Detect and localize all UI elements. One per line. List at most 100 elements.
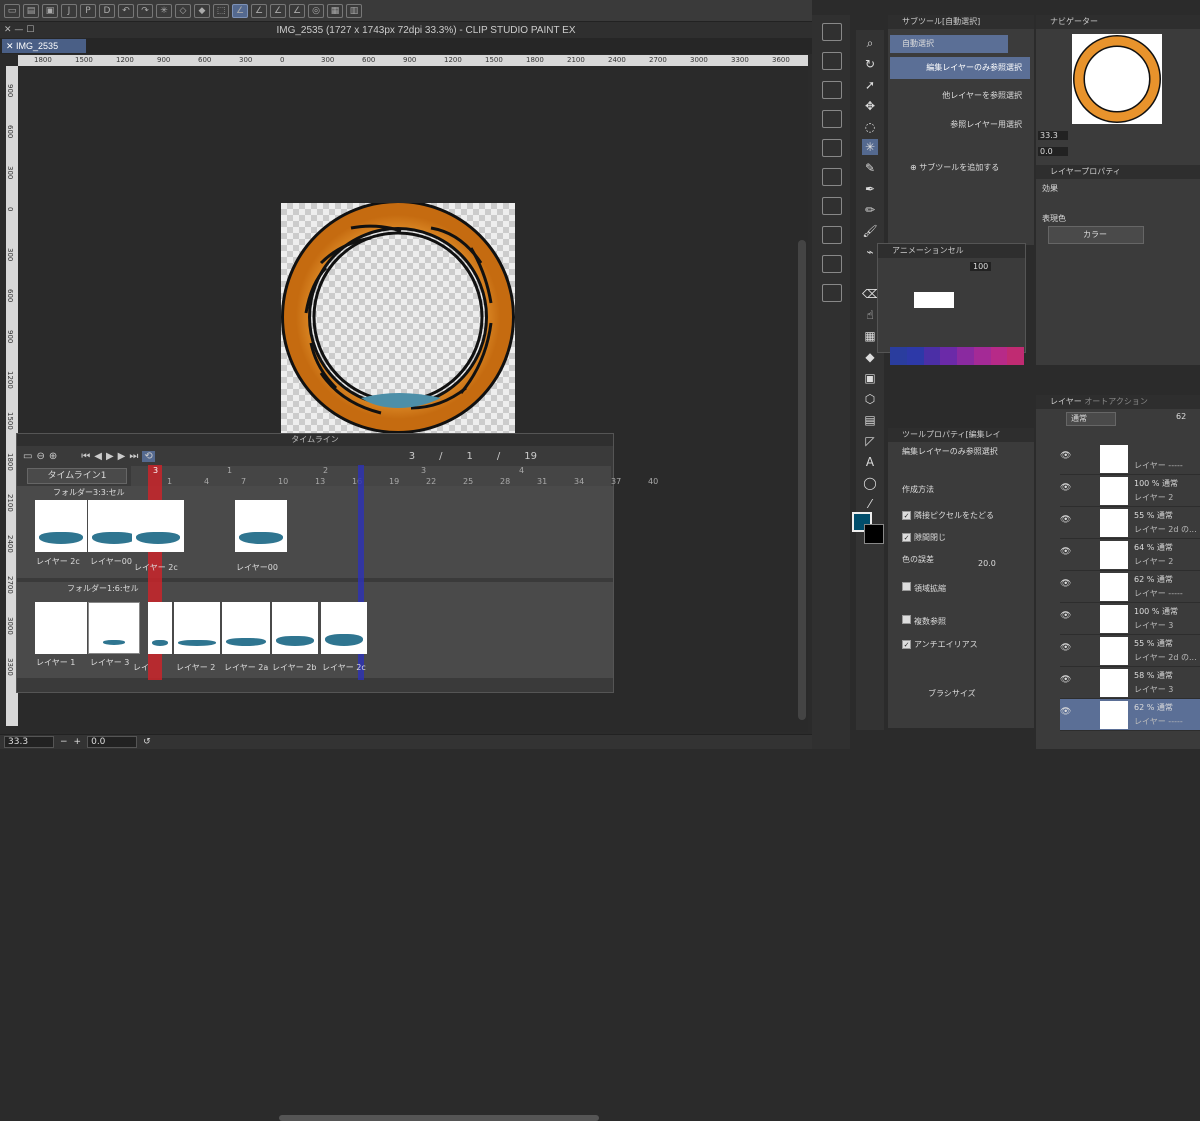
visibility-icon[interactable]: 👁 — [1060, 611, 1071, 621]
snap-perspective-icon[interactable]: ∠ — [289, 3, 305, 18]
new-icon[interactable]: ▭ — [4, 3, 20, 18]
palette-swatch[interactable] — [906, 347, 924, 365]
new-timeline-icon[interactable]: ▭ — [23, 451, 32, 462]
layer-icon[interactable]: ▥ — [346, 3, 362, 18]
open-icon[interactable]: ▤ — [23, 3, 39, 18]
frame-tool-icon[interactable]: ▤ — [862, 412, 878, 428]
screen-tone-icon[interactable]: ◎ — [308, 3, 324, 18]
palette-swatch[interactable] — [890, 347, 907, 365]
nav-zoom[interactable]: 33.3 — [1038, 131, 1068, 140]
redo-icon[interactable]: ↷ — [137, 3, 153, 18]
cell-thumb[interactable] — [88, 602, 140, 654]
pencil-tool-icon[interactable]: ✏ — [862, 202, 878, 218]
export-psd-icon[interactable]: D — [99, 3, 115, 18]
fill-icon[interactable]: ◆ — [194, 3, 210, 18]
layer-row[interactable]: レイヤー ----- 👁 — [1060, 443, 1200, 475]
rotate-tool-icon[interactable]: ↻ — [862, 56, 878, 72]
snap-ruler-icon[interactable]: ∠ — [232, 3, 248, 18]
play-icon[interactable]: ▶ — [106, 451, 114, 462]
cell-thumb[interactable] — [174, 602, 220, 654]
last-frame-icon[interactable]: ⏭ — [129, 451, 138, 462]
next-frame-icon[interactable]: ▶ — [118, 451, 126, 462]
export-jpg-icon[interactable]: J — [61, 3, 77, 18]
timeline-selector[interactable]: タイムライン1 — [27, 468, 127, 484]
shape-tool-icon[interactable]: ⬡ — [862, 391, 878, 407]
visibility-icon[interactable]: 👁 — [1060, 675, 1071, 685]
panel-icon[interactable] — [822, 81, 842, 99]
cell-thumb[interactable] — [35, 602, 87, 654]
cell-thumb[interactable] — [148, 602, 172, 654]
export-png-icon[interactable]: P — [80, 3, 96, 18]
palette-swatch[interactable] — [1007, 347, 1024, 365]
zoom-in-icon[interactable]: ⊕ — [49, 451, 57, 462]
layer-row[interactable]: 55 % 通常 レイヤー 2d の... 👁 — [1060, 507, 1200, 539]
zoom-out-icon[interactable]: − — [60, 737, 68, 747]
visibility-icon[interactable]: 👁 — [1060, 547, 1071, 557]
zoom-out-icon[interactable]: ⊖ — [36, 451, 44, 462]
layer-row[interactable]: 64 % 通常 レイヤー 2 👁 — [1060, 539, 1200, 571]
color-palette[interactable] — [890, 347, 1024, 365]
visibility-icon[interactable]: 👁 — [1060, 515, 1071, 525]
transform-icon[interactable]: ⬚ — [213, 3, 229, 18]
antialias-option[interactable]: ✓ アンチエイリアス — [902, 639, 978, 650]
navigator-preview[interactable] — [1072, 34, 1162, 124]
pen-tool-icon[interactable]: ✒ — [862, 181, 878, 197]
palette-swatch[interactable] — [990, 347, 1008, 365]
color-mode-select[interactable]: カラー — [1048, 226, 1144, 244]
undo-icon[interactable]: ↶ — [118, 3, 134, 18]
snap-special-ruler-icon[interactable]: ∠ — [251, 3, 267, 18]
layer-row[interactable]: 100 % 通常 レイヤー 3 👁 — [1060, 603, 1200, 635]
prev-frame-icon[interactable]: ◀ — [94, 451, 102, 462]
cell-thumb[interactable] — [272, 602, 318, 654]
palette-swatch[interactable] — [957, 347, 974, 365]
clear-icon[interactable]: ◇ — [175, 3, 191, 18]
visibility-icon[interactable]: 👁 — [1060, 579, 1071, 589]
frame-ruler[interactable]: 147101316192225283134374012343 — [131, 466, 658, 488]
canvas-paper[interactable] — [281, 200, 515, 435]
panel-icon[interactable] — [822, 52, 842, 70]
panel-icon[interactable] — [822, 168, 842, 186]
visibility-icon[interactable]: 👁 — [1060, 451, 1071, 461]
subtool-item[interactable]: 参照レイヤー用選択 — [890, 114, 1030, 136]
multi-ref-option[interactable]: 複数参照 — [902, 615, 946, 627]
display-icon[interactable]: ▦ — [327, 3, 343, 18]
tolerance-value[interactable]: 20.0 — [978, 559, 996, 568]
loop-icon[interactable]: ⟲ — [142, 450, 155, 462]
ruler-tool-icon[interactable]: ◸ — [862, 433, 878, 449]
nav-angle[interactable]: 0.0 — [1038, 147, 1068, 156]
text-tool-icon[interactable]: A — [862, 454, 878, 470]
layer-row[interactable]: 100 % 通常 レイヤー 2 👁 — [1060, 475, 1200, 507]
star-icon[interactable] — [822, 226, 842, 244]
subtool-group[interactable]: 自動選択 — [890, 35, 1008, 53]
cell-thumb[interactable] — [35, 500, 87, 552]
palette-swatch[interactable] — [973, 347, 991, 365]
rotate-icon[interactable]: ↺ — [143, 737, 151, 747]
panel-icon[interactable] — [822, 197, 842, 215]
angle-field[interactable]: 0.0 — [87, 736, 138, 748]
fill-tool-icon[interactable]: ◆ — [862, 349, 878, 365]
zoom-field[interactable]: 33.3 — [4, 736, 54, 748]
operation-tool-icon[interactable]: ➚ — [862, 77, 878, 93]
autoaction-tab[interactable]: オートアクション — [1084, 397, 1148, 406]
cell-thumb[interactable] — [132, 500, 184, 552]
layer-row[interactable]: 55 % 通常 レイヤー 2d の... 👁 — [1060, 635, 1200, 667]
layer-row[interactable]: 62 % 通常 レイヤー ----- 👁 — [1060, 699, 1200, 731]
panel-icon[interactable] — [822, 110, 842, 128]
subtool-item[interactable]: 他レイヤーを参照選択 — [890, 85, 1030, 107]
zoom-tool-icon[interactable]: ⌕ — [862, 35, 878, 51]
brush-tool-icon[interactable]: 🖌 — [862, 223, 878, 239]
canvas-vertical-scrollbar[interactable] — [798, 240, 806, 720]
close-panel-icon[interactable] — [822, 139, 842, 157]
color-swatches[interactable] — [850, 510, 886, 560]
move-layer-icon[interactable]: ✥ — [862, 98, 878, 114]
snap-grid-icon[interactable]: ∠ — [270, 3, 286, 18]
timeline-scrollbar[interactable] — [279, 1115, 599, 1121]
panel-icon[interactable] — [822, 284, 842, 302]
airbrush-tool-icon[interactable]: ⌁ — [862, 244, 878, 260]
visibility-icon[interactable]: 👁 — [1060, 643, 1071, 653]
figure-tool-icon[interactable]: ▦ — [862, 328, 878, 344]
blend-mode-select[interactable]: 通常 — [1066, 412, 1116, 426]
anim-opacity[interactable]: 100 — [970, 262, 992, 271]
gap-close-option[interactable]: ✓ 隙間閉じ — [902, 532, 946, 543]
panel-icon[interactable] — [822, 23, 842, 41]
